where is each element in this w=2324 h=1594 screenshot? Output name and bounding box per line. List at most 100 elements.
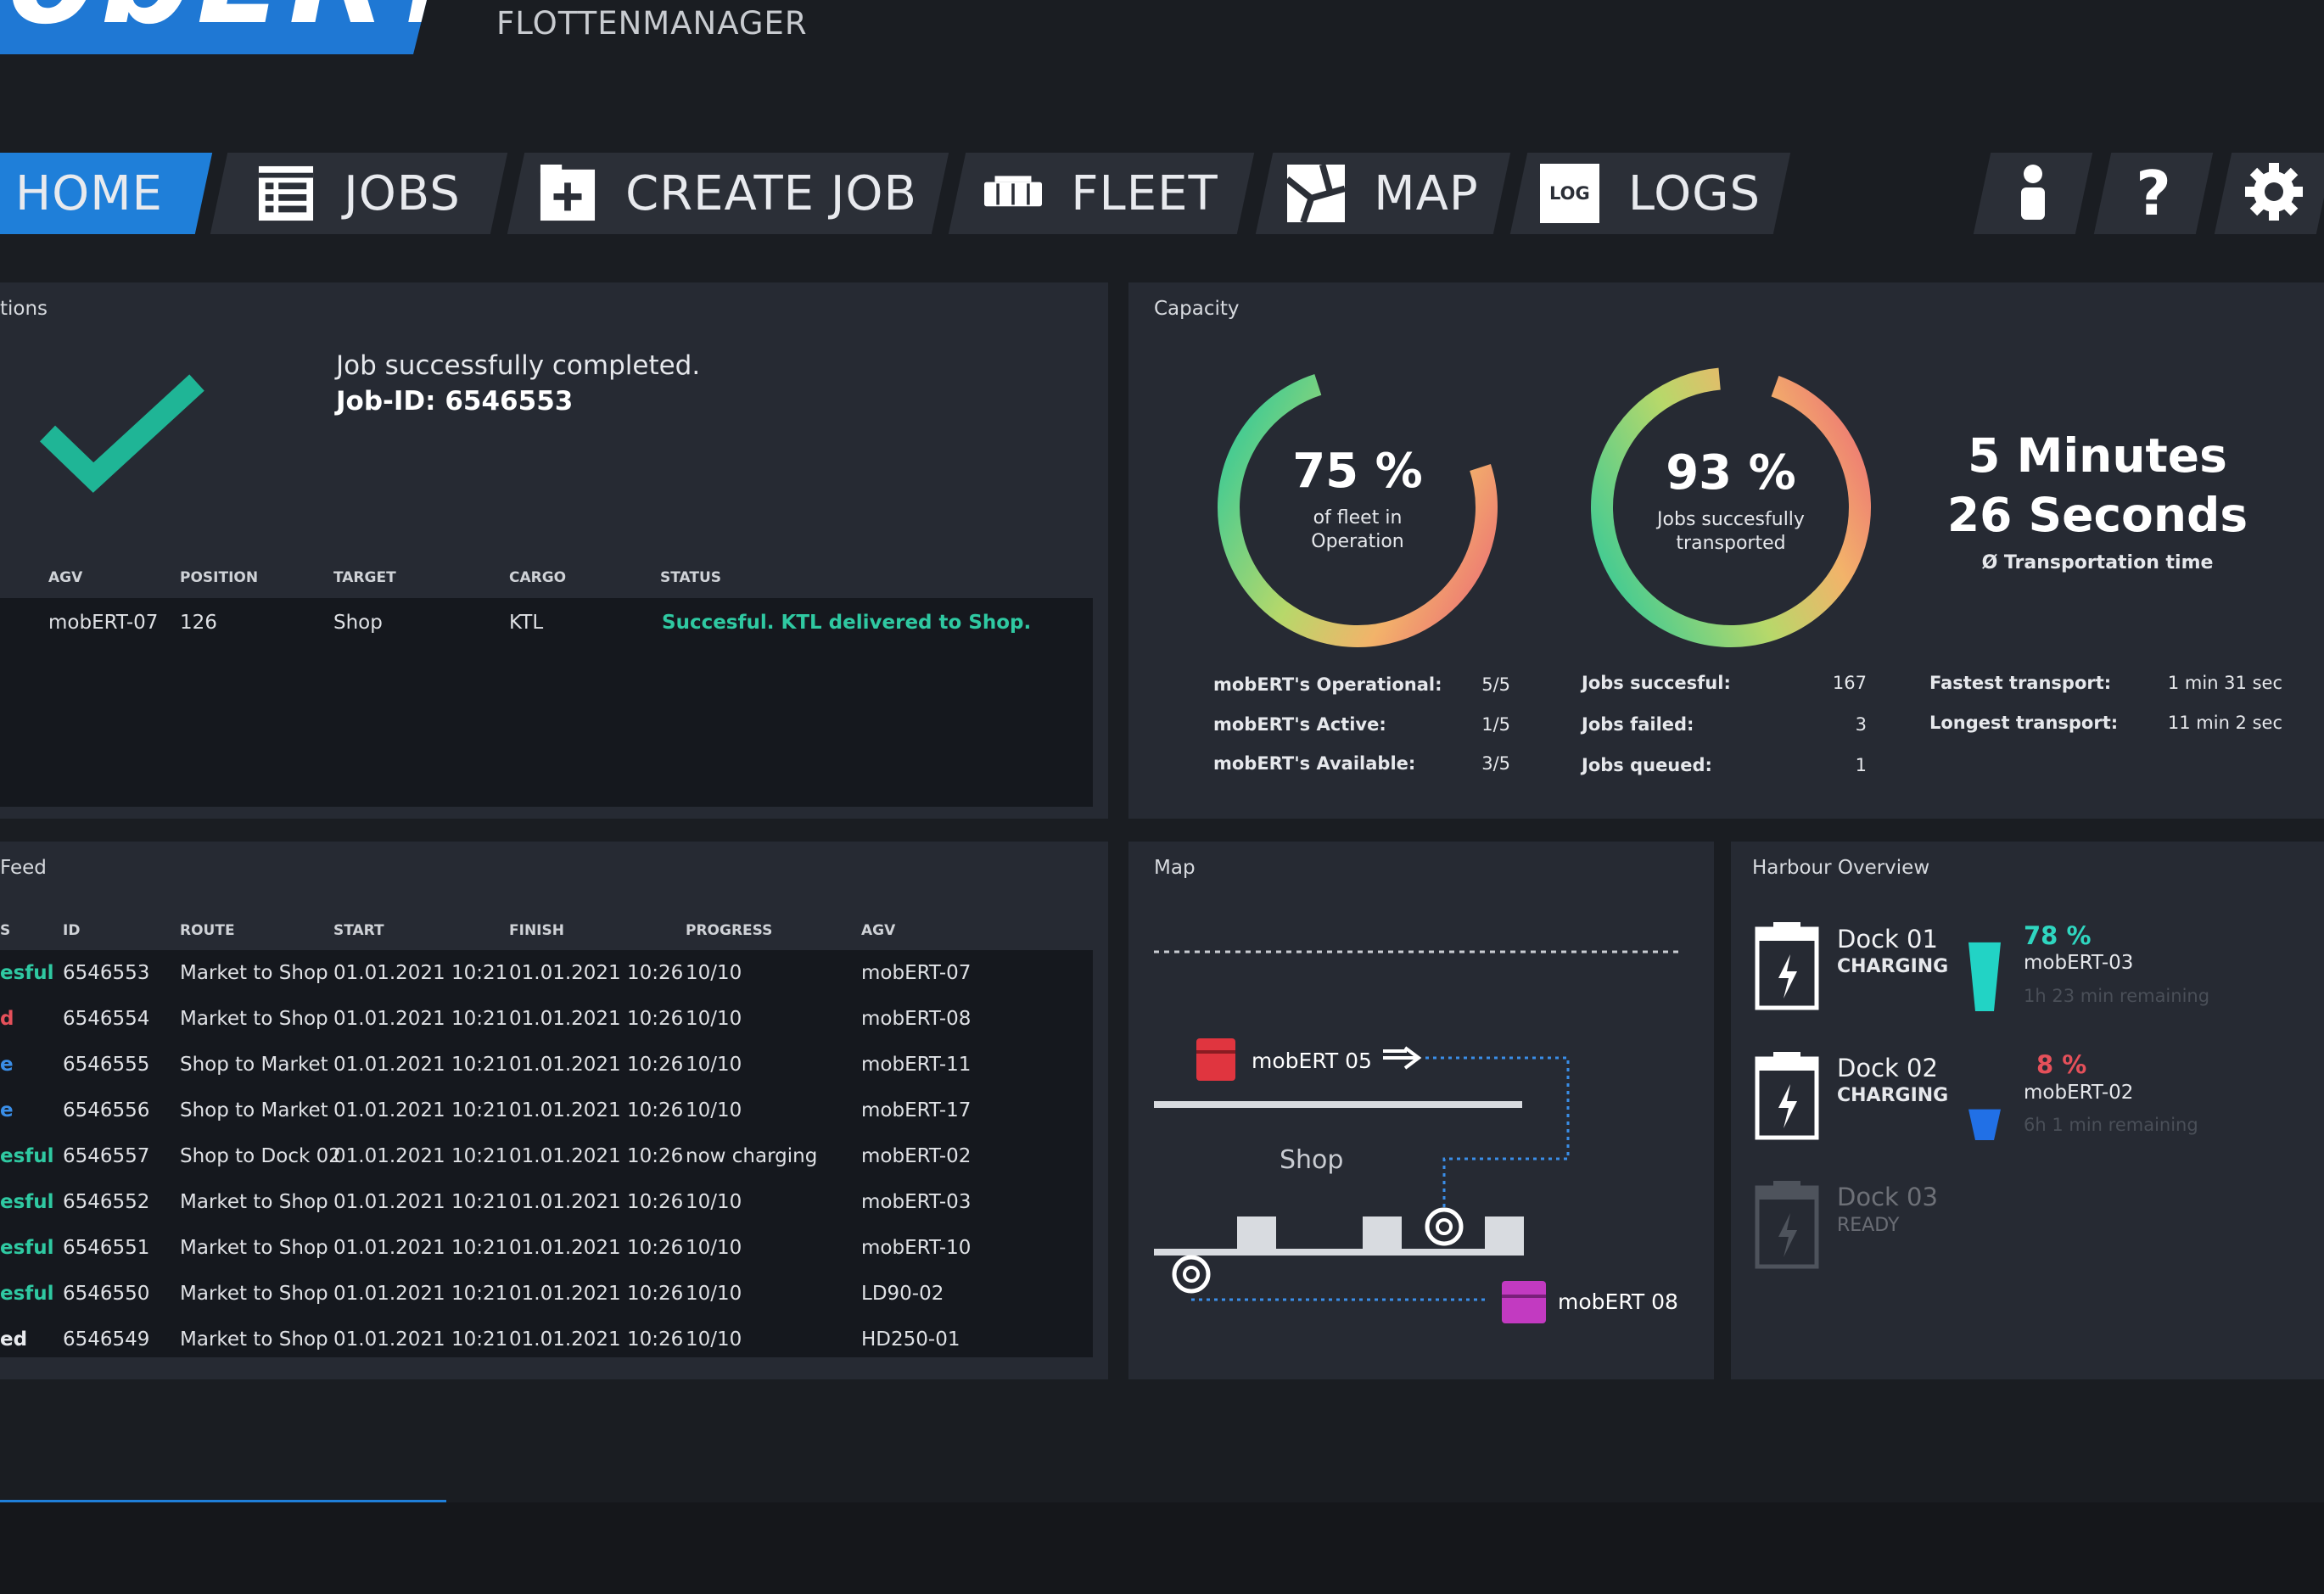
feed-cell-id: 6546550 [63, 1283, 150, 1305]
notification-table-body: mobERT-07 126 Shop KTL Succesful. KTL de… [0, 598, 1093, 807]
shop-label: Shop [1280, 1145, 1344, 1175]
gauge-jobs-line1: Jobs succesfully [1657, 509, 1805, 530]
table-row[interactable]: e 6546556 Shop to Market 01.01.2021 10:21 01… [0, 1099, 1093, 1133]
tab-home[interactable]: HOME [0, 153, 213, 234]
agv-08-label: mobERT 08 [1558, 1289, 1678, 1314]
user-button[interactable] [1973, 153, 2093, 234]
feed-cell-progress: now charging [686, 1145, 818, 1167]
feed-cell-route: Market to Shop [180, 1328, 328, 1351]
table-row[interactable]: d 6546554 Market to Shop 01.01.2021 10:21 01… [0, 1008, 1093, 1042]
stat-jobs-queued-value: 1 [1855, 755, 1867, 775]
gauge-fleet-line2: Operation [1311, 531, 1404, 552]
feed-cell-finish: 01.01.2021 10:26 [509, 1328, 684, 1351]
dock-01-charge-bar [1968, 942, 2001, 1011]
tab-map[interactable]: MAP [1255, 153, 1511, 234]
dock-02-percent: 8 % [2036, 1050, 2087, 1079]
feed-cell-progress: 10/10 [686, 1283, 742, 1305]
feed-cell-id: 6546553 [63, 962, 150, 984]
gear-icon [2245, 163, 2303, 224]
feed-cell-start: 01.01.2021 10:21 [333, 1237, 508, 1259]
feed-cell-finish: 01.01.2021 10:26 [509, 1283, 684, 1305]
stat-fastest-label: Fastest transport: [1929, 673, 2112, 693]
feed-cell-route: Market to Shop [180, 1008, 328, 1030]
tab-jobs[interactable]: JOBS [210, 153, 508, 234]
avg-time-line2: 26 Seconds [1946, 488, 2248, 542]
notifications-title: tions [0, 298, 48, 320]
stat-active-label: mobERT's Active: [1213, 714, 1386, 735]
station-1[interactable] [1237, 1216, 1276, 1250]
battery-icon [1755, 1181, 1819, 1269]
stat-active-value: 1/5 [1481, 714, 1510, 735]
feed-cell-route: Market to Shop [180, 1191, 328, 1213]
gauge-fleet-line1: of fleet in [1313, 507, 1403, 529]
harbour-title: Harbour Overview [1752, 857, 1930, 879]
notification-message: Job successfully completed. [336, 350, 701, 381]
dock-03[interactable] [1755, 1181, 1819, 1272]
station-2[interactable] [1363, 1216, 1402, 1250]
feed-cell-finish: 01.01.2021 10:26 [509, 1008, 684, 1030]
feed-col-id: ID [63, 922, 81, 939]
avg-time-line1: 5 Minutes [1968, 428, 2227, 483]
feed-cell-id: 6546552 [63, 1191, 150, 1213]
gauge-fleet-value: 75 % [1292, 444, 1423, 499]
tab-create-job[interactable]: CREATE JOB [507, 153, 949, 234]
agv-05-marker[interactable] [1196, 1038, 1235, 1081]
feed-cell-status: esful [0, 1237, 54, 1259]
dock-02-remaining: 6h 1 min remaining [2024, 1115, 2198, 1135]
tab-map-label: MAP [1374, 165, 1479, 221]
tab-create-job-label: CREATE JOB [625, 165, 917, 221]
feed-cell-id: 6546551 [63, 1237, 150, 1259]
feed-cell-agv: mobERT-17 [861, 1099, 972, 1121]
harbour-panel: Harbour Overview Dock 01 CHARGING 78 % m… [1731, 842, 2324, 1379]
table-row[interactable]: ed 6546549 Market to Shop 01.01.2021 10:21 0… [0, 1328, 1093, 1362]
table-row[interactable]: esful 6546553 Market to Shop 01.01.2021 10:… [0, 962, 1093, 996]
dock-01-percent: 78 % [2024, 921, 2092, 950]
feed-cell-agv: mobERT-10 [861, 1237, 972, 1259]
table-row[interactable]: esful 6546557 Shop to Dock 02 01.01.2021 10… [0, 1145, 1093, 1179]
dock-03-name: Dock 03 [1837, 1183, 1938, 1211]
feed-cell-status: esful [0, 1191, 54, 1213]
station-3[interactable] [1485, 1216, 1524, 1250]
feed-cell-route: Shop to Market [180, 1099, 328, 1121]
feed-cell-progress: 10/10 [686, 1054, 742, 1076]
settings-button[interactable] [2214, 153, 2324, 234]
feed-cell-progress: 10/10 [686, 1008, 742, 1030]
notification-agv: mobERT-07 [48, 612, 159, 634]
feed-cell-agv: mobERT-03 [861, 1191, 972, 1213]
feed-cell-agv: mobERT-11 [861, 1054, 972, 1076]
brand-logo[interactable]: obERT [0, 0, 435, 54]
dock-01-name: Dock 01 [1837, 925, 1938, 954]
gauge-jobs-value: 93 % [1666, 445, 1796, 501]
arrow-right-icon [1383, 1046, 1422, 1070]
table-row[interactable]: esful 6546551 Market to Shop 01.01.2021 10:… [0, 1237, 1093, 1271]
feed-cell-agv: HD250-01 [861, 1328, 960, 1351]
dock-01[interactable] [1755, 922, 1819, 1014]
table-row[interactable]: esful 6546552 Market to Shop 01.01.2021 10:… [0, 1191, 1093, 1225]
feed-col-agv: AGV [861, 922, 896, 939]
map-icon [1287, 163, 1346, 224]
feed-cell-status: e [0, 1054, 14, 1076]
log-icon-text: LOG [1549, 183, 1590, 204]
agv-08-marker[interactable] [1502, 1281, 1546, 1323]
feed-cell-progress: 10/10 [686, 1191, 742, 1213]
map-rail-shop [1154, 1249, 1524, 1256]
route-05 [1425, 1056, 1570, 1215]
feed-cell-start: 01.01.2021 10:21 [333, 1283, 508, 1305]
list-icon [257, 165, 315, 222]
feed-cell-start: 01.01.2021 10:21 [333, 1099, 508, 1121]
dock-02-name: Dock 02 [1837, 1054, 1938, 1082]
help-button[interactable]: ? [2093, 153, 2214, 234]
table-row[interactable]: esful 6546550 Market to Shop 01.01.2021 10:… [0, 1283, 1093, 1317]
feed-cell-status: d [0, 1008, 14, 1030]
table-row[interactable]: e 6546555 Shop to Market 01.01.2021 10:21 01… [0, 1054, 1093, 1088]
feed-col-route: ROUTE [180, 922, 235, 939]
dock-02[interactable] [1755, 1052, 1819, 1144]
feed-cell-finish: 01.01.2021 10:26 [509, 1237, 684, 1259]
feed-cell-route: Market to Shop [180, 1283, 328, 1305]
notification-cargo: KTL [509, 612, 544, 634]
capacity-title: Capacity [1154, 298, 1240, 320]
dock-02-charge-bar [1968, 1109, 2001, 1140]
tab-fleet[interactable]: FLEET [948, 153, 1255, 234]
dock-03-state: READY [1837, 1215, 1900, 1236]
tab-logs[interactable]: LOG LOGS [1509, 153, 1791, 234]
